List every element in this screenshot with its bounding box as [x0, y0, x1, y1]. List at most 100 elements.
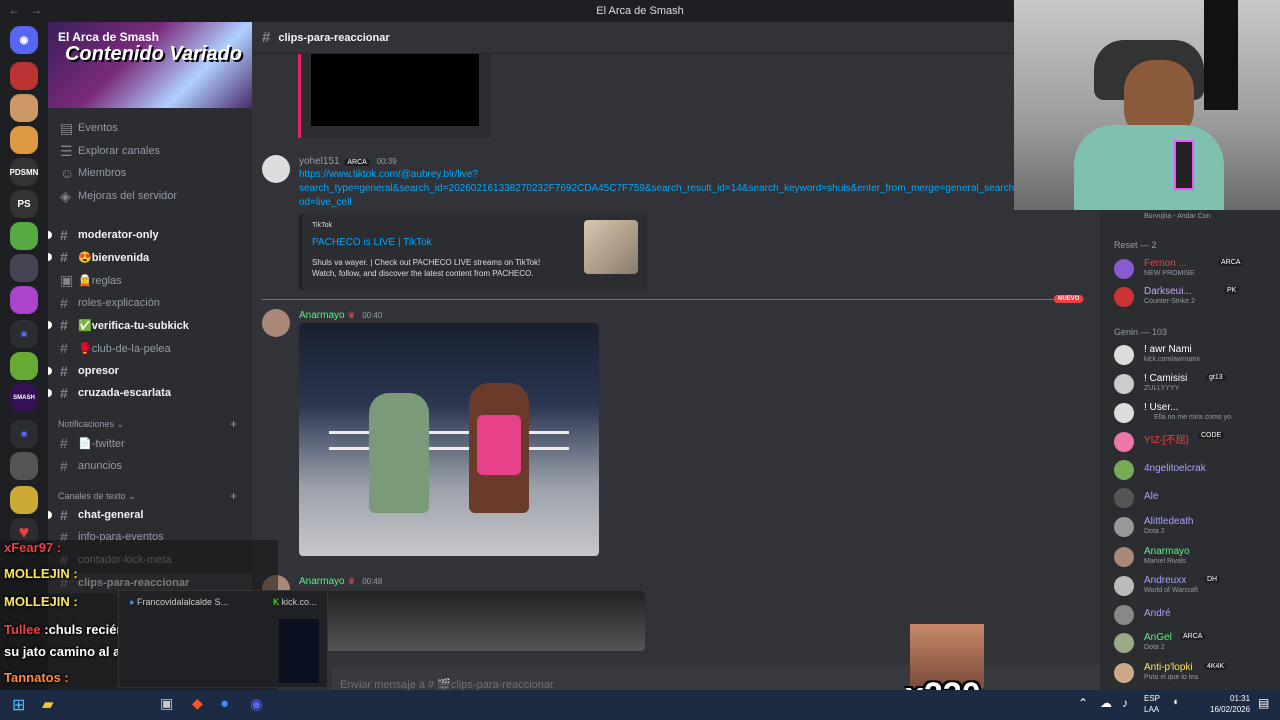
message-input[interactable]: Enviar mensaje a # 🎬clips-para-reacciona…: [332, 665, 1100, 690]
avatar: [1114, 374, 1134, 394]
member-item[interactable]: Darkseui... Counter-Strike 2 PK: [1114, 284, 1280, 310]
channel-item[interactable]: # 🥊club-de-la-pelea: [48, 338, 252, 358]
add-channel-icon[interactable]: +: [230, 417, 237, 431]
embed-title[interactable]: PACHECO is LIVE | TikTok: [312, 237, 432, 248]
hash-icon: #: [60, 507, 68, 523]
clock[interactable]: 01:31 16/02/2026: [1210, 693, 1250, 715]
member-item[interactable]: Burvujita - Andar Con: [1114, 210, 1280, 236]
role-badge: gt13: [1206, 374, 1226, 381]
server-icon-ps[interactable]: PS: [10, 190, 38, 218]
member-item[interactable]: 4ngelitoelcrak: [1114, 457, 1280, 483]
windows-start-icon[interactable]: ⊞: [12, 695, 25, 715]
role-badge: DH: [1204, 576, 1221, 583]
app-icon[interactable]: ▣: [160, 695, 173, 712]
server-icon-pdsmn[interactable]: PDSMN: [10, 158, 38, 186]
mic-icon[interactable]: ♪: [1122, 696, 1128, 710]
role-badge: 4K4K: [1204, 663, 1228, 670]
chat-line: MOLLEJIN :: [4, 566, 78, 581]
username[interactable]: yohel151: [299, 156, 340, 167]
chrome-icon[interactable]: ●: [220, 695, 229, 712]
window-thumbnail[interactable]: [279, 619, 319, 683]
server-icon[interactable]: [10, 254, 38, 282]
member-item[interactable]: Anarmayo Marvel Rivals: [1114, 544, 1280, 570]
avatar: [1114, 287, 1134, 307]
video-thumbnail[interactable]: [311, 54, 479, 126]
server-boost-item[interactable]: ◈ Mejoras del servidor: [48, 186, 252, 206]
server-icon[interactable]: [10, 126, 38, 154]
channel-item[interactable]: ▣ 🧝reglas: [48, 270, 252, 290]
channel-item[interactable]: # chat-general: [48, 505, 252, 525]
avatar[interactable]: [262, 155, 290, 183]
members-item[interactable]: ☺ Miembros: [48, 163, 252, 183]
browse-channels-item[interactable]: ☰ Explorar canales: [48, 141, 252, 161]
microphone: [1174, 140, 1194, 190]
member-item[interactable]: Ale: [1114, 485, 1280, 511]
server-icon[interactable]: [10, 486, 38, 514]
people-icon: ☺: [60, 165, 75, 181]
category-text-channels[interactable]: Canales de texto ⌄: [58, 491, 136, 502]
member-item[interactable]: Alittledeath Dota 2: [1114, 514, 1280, 540]
channel-item[interactable]: # ✅verifica-tu-subkick: [48, 315, 252, 335]
boost-icon: ◈: [60, 187, 71, 204]
avatar: [1114, 633, 1134, 653]
server-icon[interactable]: [10, 222, 38, 250]
chevron-up-icon[interactable]: ⌃: [1078, 696, 1088, 710]
volume-icon[interactable]: ◖: [1172, 696, 1179, 708]
member-item[interactable]: Andreuxx World of Warcraft DH: [1114, 573, 1280, 599]
webcam-overlay: [1014, 0, 1280, 210]
hash-icon: #: [262, 29, 271, 46]
member-item[interactable]: YIZ-[不屈] CODE: [1114, 429, 1280, 455]
folder-icon[interactable]: ■: [10, 420, 38, 448]
member-item[interactable]: André: [1114, 602, 1280, 628]
embed-thumbnail[interactable]: [584, 220, 638, 274]
message-link[interactable]: https://www.tiktok.com/@aubrey.blr/live?…: [299, 168, 1089, 210]
image-attachment[interactable]: [299, 323, 599, 556]
events-item[interactable]: ▤ Eventos: [48, 118, 252, 138]
username[interactable]: Anarmayo: [299, 310, 345, 321]
popup-tab[interactable]: ● Francovidalalcalde S...: [129, 597, 228, 607]
server-icon[interactable]: [10, 94, 38, 122]
crown-icon: ♛: [347, 310, 356, 320]
discord-icon[interactable]: ◉: [250, 695, 263, 713]
member-item[interactable]: ! awr Nami kick.com/awrnami: [1114, 342, 1280, 368]
network-icon[interactable]: ☁: [1100, 696, 1112, 710]
message-header: yohel151 ARCA 00:39: [299, 156, 397, 167]
channel-item[interactable]: # roles-explicación: [48, 293, 252, 313]
channel-item[interactable]: # anuncios: [48, 456, 252, 476]
language-indicator[interactable]: ESP LAA: [1144, 693, 1160, 715]
member-item[interactable]: Fernon ... NEW PROMISE ARCA: [1114, 256, 1280, 282]
server-icon[interactable]: [10, 62, 38, 90]
server-icon-smash[interactable]: SMASH: [10, 384, 38, 412]
server-banner[interactable]: El Arca de Smash Contenido Variado: [48, 22, 252, 108]
file-explorer-icon[interactable]: ▰: [42, 695, 54, 713]
add-channel-icon[interactable]: +: [230, 489, 237, 503]
member-item[interactable]: AnGel Dota 2 ARCA: [1114, 630, 1280, 656]
brave-icon[interactable]: ◆: [192, 695, 203, 712]
message-header: Anarmayo ♛ 00:48: [299, 576, 382, 587]
channel-item[interactable]: # 📄-twitter: [48, 433, 252, 453]
server-icon[interactable]: [10, 286, 38, 314]
avatar[interactable]: [262, 309, 290, 337]
channel-item[interactable]: # cruzada-escarlata: [48, 383, 252, 403]
category-notifications[interactable]: Notificaciones ⌄: [58, 419, 124, 430]
avatar: [1114, 576, 1134, 596]
boxer-outfit: [477, 415, 521, 475]
server-icon[interactable]: [10, 352, 38, 380]
channel-item[interactable]: # 😍bienvenida: [48, 247, 252, 267]
username[interactable]: Anarmayo: [299, 576, 345, 587]
discord-home-icon[interactable]: ◉: [10, 26, 38, 54]
channel-header: # clips-para-reaccionar: [252, 22, 1100, 54]
server-name[interactable]: El Arca de Smash: [58, 30, 159, 44]
popup-tab[interactable]: K kick.co...: [273, 597, 317, 607]
notification-icon[interactable]: ▤: [1258, 696, 1269, 710]
member-item[interactable]: ! User... Ella no me mira como yo: [1114, 400, 1280, 426]
window-title: El Arca de Smash: [596, 5, 684, 17]
channel-item[interactable]: # opresor: [48, 361, 252, 381]
folder-icon[interactable]: ■: [10, 320, 38, 348]
channel-item[interactable]: # moderator-only: [48, 225, 252, 245]
image-attachment[interactable]: [299, 591, 645, 651]
back-forward-icons[interactable]: ←→: [8, 3, 52, 17]
server-icon[interactable]: [10, 452, 38, 480]
member-item[interactable]: Anti-p'lopki Puto el que lo lea 4K4K: [1114, 660, 1280, 686]
member-item[interactable]: ! Camisisi ZULLYYYY gt13: [1114, 371, 1280, 397]
